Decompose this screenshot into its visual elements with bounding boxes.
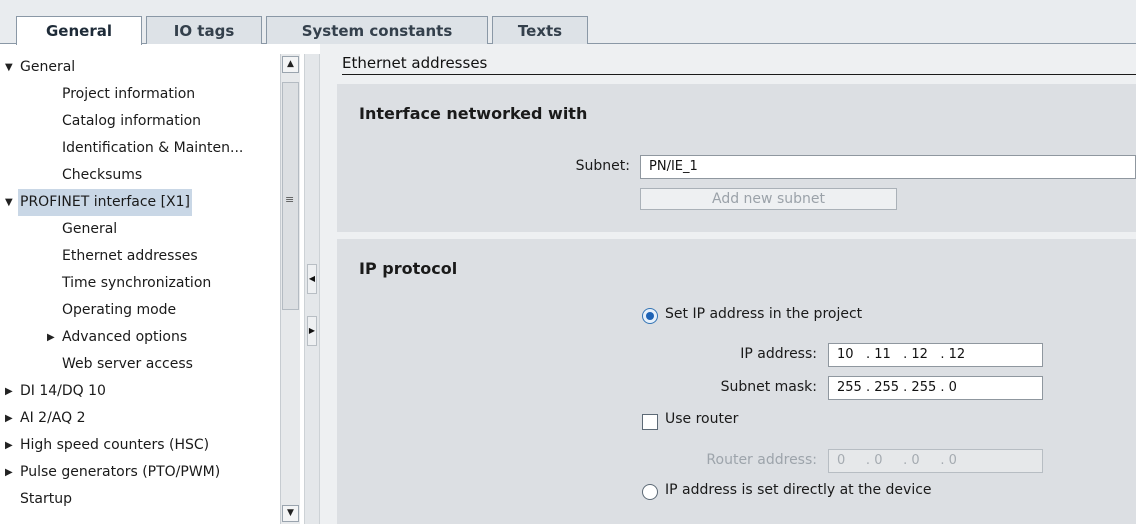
tree-item-label: General bbox=[20, 59, 76, 75]
tab-texts-label: Texts bbox=[517, 21, 563, 40]
tab-general[interactable]: General bbox=[16, 16, 142, 45]
tree-item-advanced-options[interactable]: ▶ Advanced options bbox=[0, 324, 280, 351]
collapsed-triangle-icon[interactable]: ▶ bbox=[5, 405, 13, 432]
tree-item-label: Startup bbox=[20, 491, 72, 507]
tab-strip: General IO tags System constants Texts bbox=[0, 0, 1136, 45]
subnet-label: Subnet: bbox=[575, 158, 630, 174]
scroll-up-arrow-icon[interactable]: ▲ bbox=[282, 56, 299, 73]
collapse-left-arrow-icon[interactable]: ◀ bbox=[307, 264, 317, 294]
tree-item-interface-general[interactable]: General bbox=[0, 216, 280, 243]
tree-item-project-information[interactable]: Project information bbox=[0, 81, 280, 108]
interface-networked-title: Interface networked with bbox=[359, 104, 588, 123]
tree-item-operating-mode[interactable]: Operating mode bbox=[0, 297, 280, 324]
section-divider bbox=[342, 74, 1136, 75]
collapsed-triangle-icon[interactable]: ▶ bbox=[47, 324, 55, 351]
tree-scrollbar[interactable]: ▲ ≡ ▼ bbox=[280, 54, 300, 524]
tree-item-label: Checksums bbox=[62, 167, 143, 183]
navigation-tree: ▼ General Project information Catalog in… bbox=[0, 44, 280, 524]
expanded-triangle-icon[interactable]: ▼ bbox=[5, 189, 13, 216]
subnet-field[interactable]: PN/IE_1 bbox=[640, 155, 1136, 179]
expanded-triangle-icon[interactable]: ▼ bbox=[5, 54, 13, 81]
tree-item-label: Web server access bbox=[62, 356, 193, 372]
scroll-down-arrow-icon[interactable]: ▼ bbox=[282, 505, 299, 522]
tree-item-label: DI 14/DQ 10 bbox=[20, 383, 106, 399]
tree-item-label: General bbox=[62, 221, 118, 237]
section-title: Ethernet addresses bbox=[342, 54, 496, 72]
tree-item-checksums[interactable]: Checksums bbox=[0, 162, 280, 189]
tree-item-high-speed-counters[interactable]: ▶ High speed counters (HSC) bbox=[0, 432, 280, 459]
grip-lines-icon: ≡ bbox=[285, 193, 295, 206]
use-router-checkbox[interactable] bbox=[642, 414, 658, 430]
tree-item-label: Advanced options bbox=[62, 329, 188, 345]
interface-networked-panel: Interface networked with Subnet: PN/IE_1… bbox=[337, 84, 1136, 232]
tab-texts[interactable]: Texts bbox=[492, 16, 588, 44]
tree-item-ai2-aq2[interactable]: ▶ AI 2/AQ 2 bbox=[0, 405, 280, 432]
collapsed-triangle-icon[interactable]: ▶ bbox=[5, 459, 13, 486]
tree-item-label: Project information bbox=[62, 86, 196, 102]
ip-protocol-panel: IP protocol Set IP address in the projec… bbox=[337, 239, 1136, 524]
set-ip-in-project-label[interactable]: Set IP address in the project bbox=[665, 306, 862, 322]
ip-protocol-title: IP protocol bbox=[359, 259, 458, 278]
tree-item-profinet-interface[interactable]: ▼ PROFINET interface [X1] bbox=[0, 189, 280, 216]
tree-item-time-synchronization[interactable]: Time synchronization bbox=[0, 270, 280, 297]
set-ip-in-project-radio[interactable] bbox=[642, 308, 658, 324]
tree-item-label: PROFINET interface [X1] bbox=[18, 189, 193, 216]
tree-item-ethernet-addresses[interactable]: Ethernet addresses bbox=[0, 243, 280, 270]
tree-item-identification-maintenance[interactable]: Identification & Mainten... bbox=[0, 135, 280, 162]
tab-general-label: General bbox=[46, 22, 112, 40]
tree-item-label: Pulse generators (PTO/PWM) bbox=[20, 464, 221, 480]
router-address-label: Router address: bbox=[706, 452, 817, 468]
tree-item-startup[interactable]: Startup bbox=[0, 486, 280, 513]
tree-item-di14-dq10[interactable]: ▶ DI 14/DQ 10 bbox=[0, 378, 280, 405]
tree-item-label: Operating mode bbox=[62, 302, 177, 318]
tree-item-web-server-access[interactable]: Web server access bbox=[0, 351, 280, 378]
add-new-subnet-button[interactable]: Add new subnet bbox=[640, 188, 897, 210]
use-router-label[interactable]: Use router bbox=[665, 411, 738, 427]
tree-item-label: Ethernet addresses bbox=[62, 248, 198, 264]
tree-item-label: Identification & Mainten... bbox=[62, 140, 244, 156]
tree-item-label: Time synchronization bbox=[62, 275, 212, 291]
tree-item-label: High speed counters (HSC) bbox=[20, 437, 210, 453]
tree-item-general[interactable]: ▼ General bbox=[0, 54, 280, 81]
properties-content: Ethernet addresses Interface networked w… bbox=[320, 44, 1136, 524]
ip-address-label: IP address: bbox=[740, 346, 817, 362]
ip-set-at-device-radio[interactable] bbox=[642, 484, 658, 500]
collapsed-triangle-icon[interactable]: ▶ bbox=[5, 432, 13, 459]
tab-system-constants[interactable]: System constants bbox=[266, 16, 488, 44]
tree-item-label: AI 2/AQ 2 bbox=[20, 410, 86, 426]
subnet-mask-label: Subnet mask: bbox=[720, 379, 817, 395]
pane-splitter[interactable]: ◀ ▶ bbox=[304, 54, 320, 524]
tab-io-tags[interactable]: IO tags bbox=[146, 16, 262, 44]
ip-set-at-device-label[interactable]: IP address is set directly at the device bbox=[665, 482, 932, 498]
collapsed-triangle-icon[interactable]: ▶ bbox=[5, 378, 13, 405]
subnet-mask-field[interactable]: 255 . 255 . 255 . 0 bbox=[828, 376, 1043, 400]
scrollbar-thumb[interactable]: ≡ bbox=[282, 82, 299, 310]
tab-io-tags-label: IO tags bbox=[173, 21, 235, 40]
tree-item-pulse-generators[interactable]: ▶ Pulse generators (PTO/PWM) bbox=[0, 459, 280, 486]
radio-selected-dot bbox=[646, 312, 654, 320]
router-address-field[interactable]: 0 . 0 . 0 . 0 bbox=[828, 449, 1043, 473]
tab-system-constants-label: System constants bbox=[301, 21, 453, 40]
ip-address-field[interactable]: 10 . 11 . 12 . 12 bbox=[828, 343, 1043, 367]
tree-item-label: Catalog information bbox=[62, 113, 202, 129]
tree-item-catalog-information[interactable]: Catalog information bbox=[0, 108, 280, 135]
expand-right-arrow-icon[interactable]: ▶ bbox=[307, 316, 317, 346]
